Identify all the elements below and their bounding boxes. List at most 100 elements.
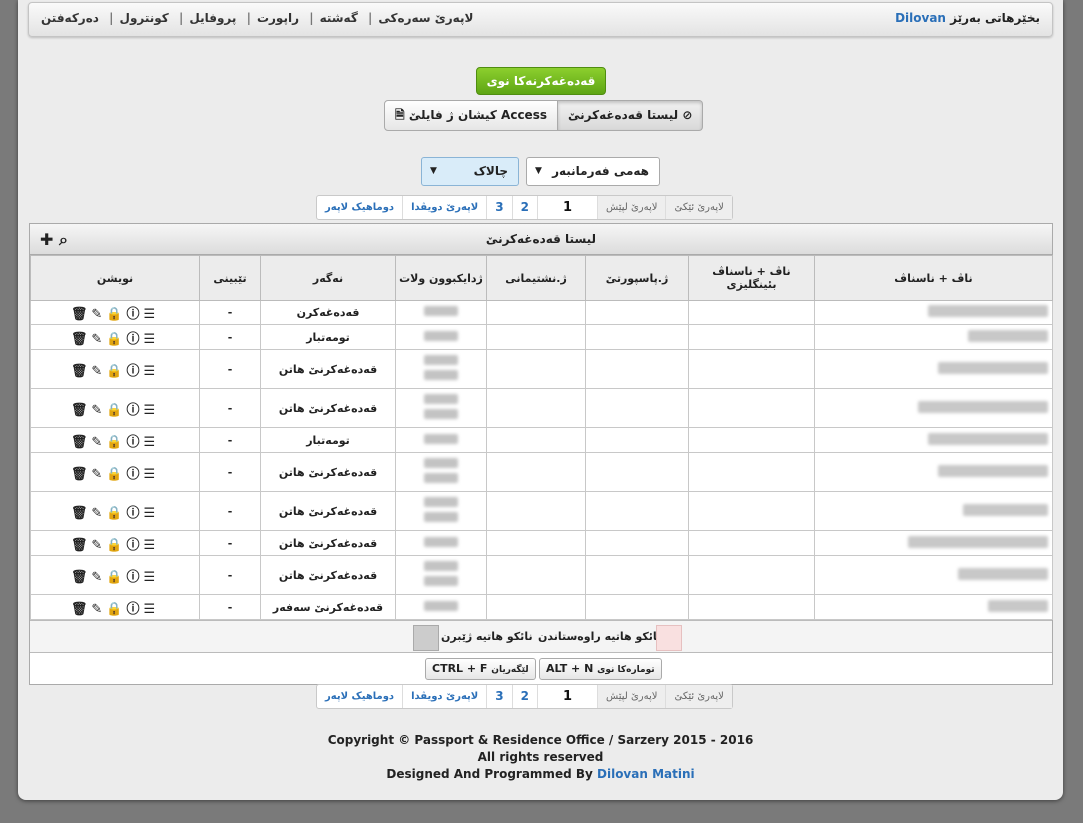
edit-icon[interactable]: ✎ xyxy=(91,602,106,617)
lock-icon[interactable]: 🔒 xyxy=(106,364,126,379)
nav-reports[interactable]: راپورت xyxy=(257,11,299,25)
edit-icon[interactable]: ✎ xyxy=(91,364,106,379)
lock-icon[interactable]: 🔒 xyxy=(106,332,126,347)
trash-icon[interactable]: 🗑 xyxy=(71,307,92,322)
row-actions: 🗑✎🔒ⓘ☰ xyxy=(30,452,200,492)
search-shortcut-button[interactable]: CTRL + F لێگەریان xyxy=(425,658,536,680)
lock-icon[interactable]: 🔒 xyxy=(106,602,126,617)
main-nav: لاپەرێ سەرەکی| گەشتە| راپورت| پروفایل| ک… xyxy=(41,11,474,25)
info-icon[interactable]: ⓘ xyxy=(126,307,143,322)
pager-last[interactable]: دوماهیک لاپەر xyxy=(317,685,402,708)
trash-icon[interactable]: 🗑 xyxy=(71,332,92,347)
trash-icon[interactable]: 🗑 xyxy=(71,570,92,585)
pager-next[interactable]: لاپەرێ دویڤدا xyxy=(402,685,486,708)
trash-icon[interactable]: 🗑 xyxy=(71,467,92,482)
trash-icon[interactable]: 🗑 xyxy=(71,506,92,521)
footer-copyright: Copyright © Passport & Residence Office … xyxy=(327,733,754,747)
details-icon[interactable]: ☰ xyxy=(143,602,159,617)
pager-current-input[interactable]: 1 xyxy=(536,685,597,708)
edit-icon[interactable]: ✎ xyxy=(91,538,106,553)
plus-icon[interactable]: ✚ xyxy=(40,230,53,249)
info-icon[interactable]: ⓘ xyxy=(126,538,143,553)
nav-profile[interactable]: پروفایل xyxy=(189,11,236,25)
info-icon[interactable]: ⓘ xyxy=(126,602,143,617)
chevron-down-icon: ▼ xyxy=(430,166,437,176)
lock-icon[interactable]: 🔒 xyxy=(106,538,126,553)
row-birth-country xyxy=(395,555,487,595)
row-actions: 🗑✎🔒ⓘ☰ xyxy=(30,491,200,531)
info-icon[interactable]: ⓘ xyxy=(126,467,143,482)
user-name[interactable]: Dilovan xyxy=(895,11,946,25)
edit-icon[interactable]: ✎ xyxy=(91,435,106,450)
search-shortcut-label: لێگەریان xyxy=(491,665,529,675)
lock-icon[interactable]: 🔒 xyxy=(106,506,126,521)
footer-author-link[interactable]: Dilovan Matini xyxy=(597,767,695,781)
row-note: - xyxy=(199,349,261,389)
nav-home[interactable]: لاپەرێ سەرەکی xyxy=(378,11,473,25)
details-icon[interactable]: ☰ xyxy=(143,435,159,450)
col-name-en: ناڤ + ناسناڤ بئینگلیزی xyxy=(688,255,815,301)
lock-icon[interactable]: 🔒 xyxy=(106,435,126,450)
new-shortcut-button[interactable]: ALT + N تومارەکا نوی xyxy=(539,658,662,680)
employee-select[interactable]: هەمی فەرمانبەر ▼ xyxy=(526,157,660,186)
info-icon[interactable]: ⓘ xyxy=(126,570,143,585)
pager-page-2[interactable]: 2 xyxy=(511,196,537,219)
info-icon[interactable]: ⓘ xyxy=(126,435,143,450)
pager-page-3[interactable]: 3 xyxy=(486,196,511,219)
details-icon[interactable]: ☰ xyxy=(143,538,159,553)
edit-icon[interactable]: ✎ xyxy=(91,467,106,482)
details-icon[interactable]: ☰ xyxy=(143,307,159,322)
pager-next[interactable]: لاپەرێ دویڤدا xyxy=(402,196,486,219)
info-icon[interactable]: ⓘ xyxy=(126,403,143,418)
footer-rights: All rights reserved xyxy=(477,750,604,764)
new-ban-button[interactable]: قەدەغەکرنەکا نوی xyxy=(476,67,606,95)
edit-icon[interactable]: ✎ xyxy=(91,307,106,322)
info-icon[interactable]: ⓘ xyxy=(126,332,143,347)
row-actions: 🗑✎🔒ⓘ☰ xyxy=(30,324,200,350)
details-icon[interactable]: ☰ xyxy=(143,403,159,418)
row-note: - xyxy=(199,555,261,595)
trash-icon[interactable]: 🗑 xyxy=(71,602,92,617)
search-icon[interactable]: ⌕ xyxy=(59,230,68,249)
nav-control[interactable]: کونترول xyxy=(120,11,169,25)
status-select[interactable]: چالاک ▼ xyxy=(421,157,519,186)
details-icon[interactable]: ☰ xyxy=(143,467,159,482)
pager-page-2[interactable]: 2 xyxy=(511,685,537,708)
col-actions: نویشن xyxy=(30,255,200,301)
edit-icon[interactable]: ✎ xyxy=(91,506,106,521)
legend-pink-label: نائکو هاتیە راوەستاندن xyxy=(538,630,662,643)
lock-icon[interactable]: 🔒 xyxy=(106,403,126,418)
row-reason: قەدەغەکرنێ هاتن xyxy=(260,349,396,389)
lock-icon[interactable]: 🔒 xyxy=(106,467,126,482)
nav-trips[interactable]: گەشتە xyxy=(320,11,358,25)
pager-last[interactable]: دوماهیک لاپەر xyxy=(317,196,402,219)
nav-logout[interactable]: دەرکەفتن xyxy=(41,11,99,25)
row-national-id xyxy=(486,491,586,531)
edit-icon[interactable]: ✎ xyxy=(91,403,106,418)
info-icon[interactable]: ⓘ xyxy=(126,506,143,521)
edit-icon[interactable]: ✎ xyxy=(91,570,106,585)
pager-current-input[interactable]: 1 xyxy=(536,196,597,219)
import-access-button[interactable]: 🗎 کیشان ژ فایلێ Access xyxy=(384,100,558,131)
trash-icon[interactable]: 🗑 xyxy=(71,538,92,553)
edit-icon[interactable]: ✎ xyxy=(91,332,106,347)
new-shortcut-label: تومارەکا نوی xyxy=(597,665,655,675)
row-birth-country xyxy=(395,388,487,428)
details-icon[interactable]: ☰ xyxy=(143,570,159,585)
ban-list-tab[interactable]: لیستا قەدەغەکرنێ ⊘ xyxy=(557,100,704,131)
trash-icon[interactable]: 🗑 xyxy=(71,403,92,418)
row-reason: قەدەغەکرنێ هاتن xyxy=(260,388,396,428)
row-note: - xyxy=(199,491,261,531)
trash-icon[interactable]: 🗑 xyxy=(71,364,92,379)
row-passport xyxy=(585,324,689,350)
pager-page-3[interactable]: 3 xyxy=(486,685,511,708)
row-reason: قەدەغەکرنێ سەفەر xyxy=(260,594,396,620)
details-icon[interactable]: ☰ xyxy=(143,506,159,521)
info-icon[interactable]: ⓘ xyxy=(126,364,143,379)
lock-icon[interactable]: 🔒 xyxy=(106,570,126,585)
trash-icon[interactable]: 🗑 xyxy=(71,435,92,450)
lock-icon[interactable]: 🔒 xyxy=(106,307,126,322)
details-icon[interactable]: ☰ xyxy=(143,364,159,379)
pager-first: لاپەرێ ئێکێ xyxy=(665,196,732,219)
details-icon[interactable]: ☰ xyxy=(143,332,159,347)
